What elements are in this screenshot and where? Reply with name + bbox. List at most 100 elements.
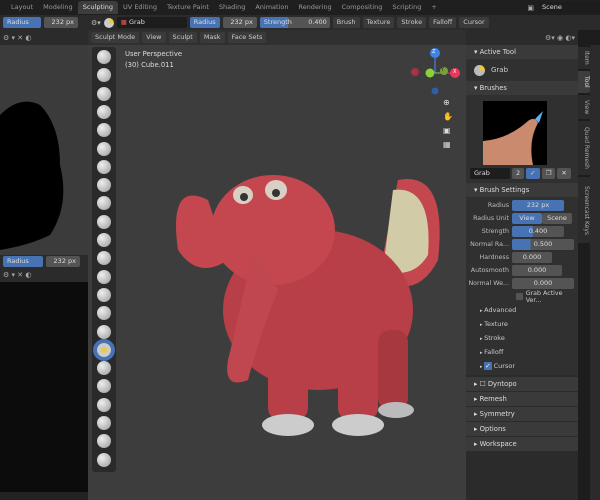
left-radius-label-2[interactable]: Radius [3,256,43,267]
normal-radius-field[interactable]: 0.500 [512,239,574,250]
grab-active-checkbox[interactable]: Grab Active Ver... [466,290,578,304]
scene-field[interactable]: Scene [538,2,600,13]
sculpt-tool-icon[interactable] [97,397,111,412]
workspace-panel[interactable]: ▸ Workspace [466,437,578,451]
sculpt-tool-icon[interactable] [97,86,111,101]
view-menu[interactable]: View [142,32,166,43]
gizmo-x: X [453,69,457,75]
pan-hand-icon[interactable]: ✋ [443,112,453,121]
add-workspace-button[interactable]: + [426,1,441,14]
tab-quad-remesh[interactable]: Quad Remesh [578,121,590,175]
brush-preview[interactable] [483,101,547,165]
tab-rendering[interactable]: Rendering [293,1,336,14]
fake-user-icon[interactable]: ✓ [526,168,540,179]
falloff-subpanel[interactable]: Falloff [466,345,578,359]
sculpt-tool-icon[interactable] [97,452,111,467]
tab-tool[interactable]: Tool [578,71,590,93]
strength-field[interactable]: 0.400 [512,226,564,237]
radius-label: Radius [487,202,509,209]
left-radius-value[interactable]: 232 px [44,17,78,28]
sculpt-tool-icon[interactable] [97,287,111,302]
falloff-menu[interactable]: Falloff [429,17,457,28]
stroke-menu[interactable]: Stroke [397,17,427,28]
active-tool-name: Grab [491,66,509,74]
sculpt-tool-icon[interactable] [97,416,111,430]
tab-compositing[interactable]: Compositing [337,1,388,14]
tab-view[interactable]: View [578,95,590,119]
radius-field[interactable]: 232 px [222,17,257,28]
normal-radius-label: Normal Ra... [470,241,509,248]
radius-unit-scene[interactable]: Scene [542,213,572,224]
tab-item[interactable]: Item [578,47,590,69]
camera-icon[interactable]: ▣ [443,126,453,135]
object-label: (30) Cube.011 [125,61,174,69]
radius-field[interactable]: 232 px [512,200,564,211]
texture-subpanel[interactable]: Texture [466,317,578,331]
tab-uv-editing[interactable]: UV Editing [118,1,162,14]
strength-label: Strength [481,228,509,235]
sidebar-panel: ⚙▾ ◉ ◐▾ ▾ Active Tool Grab ▾ Brushes Gra… [466,30,578,500]
strength-slider[interactable]: Strength 0.400 [259,17,330,28]
tab-scripting[interactable]: Scripting [387,1,426,14]
texture-menu[interactable]: Texture [362,17,395,28]
sculpt-tool-icon[interactable] [97,269,111,284]
zoom-icon[interactable]: ⊕ [443,98,453,107]
hardness-label: Hardness [479,254,510,261]
autosmooth-field[interactable]: 0.000 [512,265,562,276]
silhouette-view [0,45,88,255]
options-panel[interactable]: ▸ Options [466,422,578,436]
normal-weight-field[interactable]: 0.000 [512,278,574,289]
brushes-header[interactable]: ▾ Brushes [466,81,578,95]
sculpt-tool-icon[interactable] [97,141,111,156]
sculpt-tool-icon[interactable] [97,324,111,339]
navigation-gizmo[interactable]: Z Y X [408,40,468,100]
sculpt-tool-icon[interactable] [97,178,111,193]
tab-screencast-keys[interactable]: Screencast Keys [578,177,590,243]
brush-settings-header[interactable]: ▾ Brush Settings [466,183,578,197]
face-sets-menu[interactable]: Face Sets [227,32,267,43]
brush-name-field[interactable]: ■ Grab [116,17,187,28]
cursor-menu[interactable]: Cursor [459,17,489,28]
dyntopo-panel[interactable]: ▸ ☐ Dyntopo [466,377,578,391]
sculpt-menu[interactable]: Sculpt [168,32,197,43]
cursor-subpanel[interactable]: ✓ Cursor [466,359,578,373]
symmetry-panel[interactable]: ▸ Symmetry [466,407,578,421]
grab-brush-icon [103,17,114,28]
tab-sculpting[interactable]: Sculpting [77,1,119,14]
3d-viewport[interactable]: Sculpt Mode View Sculpt Mask Face Sets U… [88,30,466,500]
tab-animation[interactable]: Animation [250,1,293,14]
autosmooth-label: Autosmooth [470,267,509,274]
brush-menu[interactable]: Brush [332,17,360,28]
radius-label[interactable]: Radius [189,17,220,28]
sculpt-tool-icon[interactable] [97,104,111,119]
active-tool-header[interactable]: ▾ Active Tool [466,45,578,59]
tab-layout[interactable]: Layout [6,1,38,14]
sculpt-tool-icon[interactable] [97,342,111,357]
perspective-label: User Perspective [125,50,183,58]
brush-name-field[interactable]: Grab [470,168,510,179]
grid-ortho-icon[interactable]: ▦ [443,140,453,149]
brush-users[interactable]: 2 [512,168,525,179]
advanced-subpanel[interactable]: Advanced [466,303,578,317]
tool-icon[interactable]: ⚙▾ [91,19,101,27]
mask-menu[interactable]: Mask [199,32,225,43]
sculpt-tool-icon[interactable] [97,50,111,64]
mode-dropdown[interactable]: Sculpt Mode [91,32,140,43]
sculpt-tool-icon[interactable] [97,233,111,247]
left-radius-label[interactable]: Radius [3,17,41,28]
tab-modeling[interactable]: Modeling [38,1,78,14]
stroke-subpanel[interactable]: Stroke [466,331,578,345]
duplicate-icon[interactable]: ❐ [541,168,556,179]
sculpt-tool-icon[interactable] [97,214,111,229]
tab-shading[interactable]: Shading [214,1,250,14]
hardness-field[interactable]: 0.000 [512,252,552,263]
scene-icon[interactable]: ▣ [527,4,534,12]
left-editor: Radius 232 px ⚙ ▾ ✕ ◐ Radius 232 px ⚙ ▾ … [0,15,88,500]
sculpt-tool-icon[interactable] [97,159,111,174]
radius-unit-view[interactable]: View [512,213,542,224]
remesh-panel[interactable]: ▸ Remesh [466,392,578,406]
tab-texture-paint[interactable]: Texture Paint [162,1,214,14]
close-icon[interactable]: ✕ [557,168,571,179]
left-radius-value-2[interactable]: 232 px [46,256,80,267]
sculpt-tool-icon[interactable] [97,361,111,376]
